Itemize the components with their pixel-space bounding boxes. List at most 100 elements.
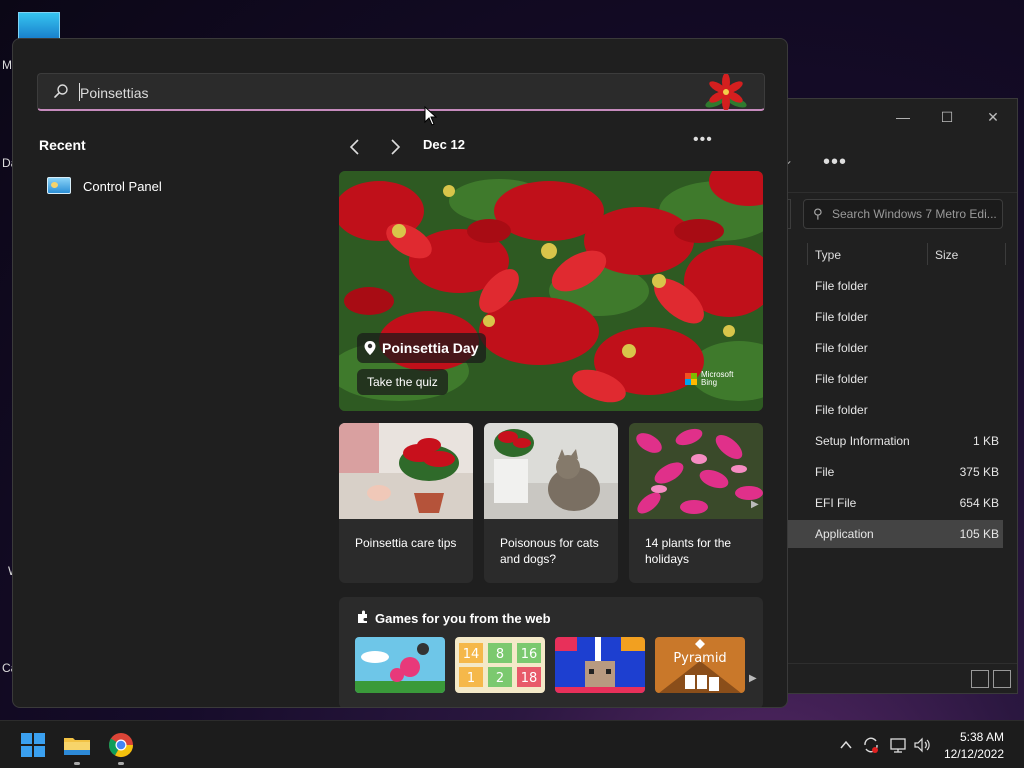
poinsettia-day-hero[interactable]: Poinsettia Day Take the quiz Microsoft B… xyxy=(339,171,763,411)
chevron-up-icon[interactable] xyxy=(836,735,856,755)
card-image-plants xyxy=(629,423,763,519)
search-box[interactable]: Poinsettias xyxy=(37,73,765,111)
file-explorer-icon[interactable] xyxy=(61,729,93,761)
column-headers: Type Size xyxy=(807,241,1007,267)
recent-item-control-panel[interactable]: Control Panel xyxy=(43,173,243,199)
file-size: 1 KB xyxy=(972,434,999,448)
microsoft-logo-icon xyxy=(685,373,697,385)
details-view-icon[interactable] xyxy=(971,670,989,688)
highlights-date: Dec 12 xyxy=(423,137,465,152)
chevron-right-icon[interactable] xyxy=(383,135,407,159)
clock-time[interactable]: 5:38 AM xyxy=(960,730,1004,744)
card-text-care: Poinsettia care tips xyxy=(355,536,457,550)
file-size: 654 KB xyxy=(959,496,999,510)
file-row[interactable]: Application 105 KB xyxy=(787,520,1003,548)
file-row[interactable]: File folder xyxy=(787,334,1003,362)
clock-date[interactable]: 12/12/2022 xyxy=(944,747,1004,761)
search-input[interactable]: Poinsettias xyxy=(80,85,148,101)
svg-text:14: 14 xyxy=(463,647,480,662)
game-thumb-pyramid: Pyramid xyxy=(655,637,745,693)
more-options-button[interactable]: ••• xyxy=(823,151,847,174)
desktop-label-1: M xyxy=(2,58,12,72)
file-type: File folder xyxy=(815,372,868,386)
take-quiz-button[interactable]: Take the quiz xyxy=(357,369,448,395)
card-image-cat xyxy=(484,423,618,519)
search-icon xyxy=(54,84,68,98)
game-thumb-cat xyxy=(555,637,645,693)
card-text-pets: Poisonous for cats and dogs? xyxy=(500,536,599,566)
recent-item-label: Control Panel xyxy=(83,179,162,194)
location-pin-icon xyxy=(364,341,376,355)
bing-brand-text: Microsoft Bing xyxy=(701,370,734,387)
card-holiday-plants[interactable]: 14 plants for the holidays xyxy=(629,423,763,583)
file-row[interactable]: File 375 KB xyxy=(787,458,1003,486)
file-size: 105 KB xyxy=(959,527,999,541)
recent-heading: Recent xyxy=(39,137,86,153)
file-type: EFI File xyxy=(815,496,857,510)
network-icon[interactable] xyxy=(888,735,908,755)
close-icon[interactable]: ✕ xyxy=(983,107,1003,127)
games-scroll-right-icon[interactable]: ▶ xyxy=(749,673,757,684)
taskbar: 5:38 AM 12/12/2022 xyxy=(0,720,1024,768)
svg-text:1: 1 xyxy=(467,671,475,686)
file-type: Setup Information xyxy=(815,434,910,448)
volume-icon[interactable] xyxy=(912,735,932,755)
games-section: Games for you from the web 14 8 16 1 2 18 xyxy=(339,597,763,707)
running-indicator xyxy=(74,762,80,765)
file-type: File folder xyxy=(815,341,868,355)
minimize-icon[interactable]: — xyxy=(893,107,913,127)
game-tile-pyramid[interactable]: Pyramid xyxy=(655,637,745,693)
explorer-titlebar: — ☐ ✕ xyxy=(787,99,1017,135)
file-type: File folder xyxy=(815,403,868,417)
explorer-toolbar: ⌄ ••• xyxy=(783,135,1017,193)
file-type: File xyxy=(815,465,835,479)
column-header-type[interactable]: Type xyxy=(815,248,841,262)
game-tile-2[interactable]: 14 8 16 1 2 18 xyxy=(455,637,545,693)
file-explorer-window[interactable]: — ☐ ✕ ⌄ ••• ⚲ Search Windows 7 Metro Edi… xyxy=(783,98,1018,694)
file-row[interactable]: File folder xyxy=(787,396,1003,424)
games-heading: Games for you from the web xyxy=(375,611,551,626)
microsoft-bing-badge: Microsoft Bing xyxy=(685,371,743,387)
file-type: Application xyxy=(815,527,874,541)
column-separator xyxy=(1005,243,1006,265)
file-type: File folder xyxy=(815,279,868,293)
file-size: 375 KB xyxy=(959,465,999,479)
windows-start-icon[interactable] xyxy=(17,729,49,761)
column-separator xyxy=(807,243,808,265)
sync-icon[interactable] xyxy=(861,735,881,755)
column-separator xyxy=(927,243,928,265)
file-row[interactable]: File folder xyxy=(787,303,1003,331)
highlights-more-button[interactable]: ••• xyxy=(693,131,713,149)
running-indicator xyxy=(118,762,124,765)
search-icon: ⚲ xyxy=(813,206,823,221)
file-row[interactable]: Setup Information 1 KB xyxy=(787,427,1003,455)
puzzle-icon xyxy=(358,610,367,623)
game-tile-1[interactable] xyxy=(355,637,445,693)
svg-text:16: 16 xyxy=(521,647,538,662)
card-poinsettia-care[interactable]: Poinsettia care tips xyxy=(339,423,473,583)
column-header-size[interactable]: Size xyxy=(935,248,958,262)
svg-text:2: 2 xyxy=(496,671,504,686)
game-thumb-balloon xyxy=(355,637,445,693)
game-tile-3[interactable] xyxy=(555,637,645,693)
chrome-icon[interactable] xyxy=(105,729,137,761)
chevron-left-icon[interactable] xyxy=(343,135,367,159)
explorer-search-input[interactable]: ⚲ Search Windows 7 Metro Edi... xyxy=(803,199,1003,229)
file-row[interactable]: EFI File 654 KB xyxy=(787,489,1003,517)
file-row[interactable]: File folder xyxy=(787,365,1003,393)
card-poisonous-pets[interactable]: Poisonous for cats and dogs? xyxy=(484,423,618,583)
explorer-search-placeholder: Search Windows 7 Metro Edi... xyxy=(832,207,997,221)
svg-text:18: 18 xyxy=(521,671,538,686)
cards-scroll-right-icon[interactable]: ▶ xyxy=(751,499,759,510)
poinsettia-icon xyxy=(705,74,747,110)
hero-title-pill[interactable]: Poinsettia Day xyxy=(357,333,487,363)
maximize-icon[interactable]: ☐ xyxy=(937,107,957,127)
large-icons-view-icon[interactable] xyxy=(993,670,1011,688)
card-text-plants: 14 plants for the holidays xyxy=(645,536,732,566)
search-flyout: Poinsettias Recent Control Panel Dec 12 … xyxy=(12,38,788,708)
control-panel-icon xyxy=(47,177,71,194)
file-type: File folder xyxy=(815,310,868,324)
file-row[interactable]: File folder xyxy=(787,272,1003,300)
pyramid-label: Pyramid xyxy=(673,651,726,666)
mouse-cursor-icon xyxy=(424,106,438,126)
